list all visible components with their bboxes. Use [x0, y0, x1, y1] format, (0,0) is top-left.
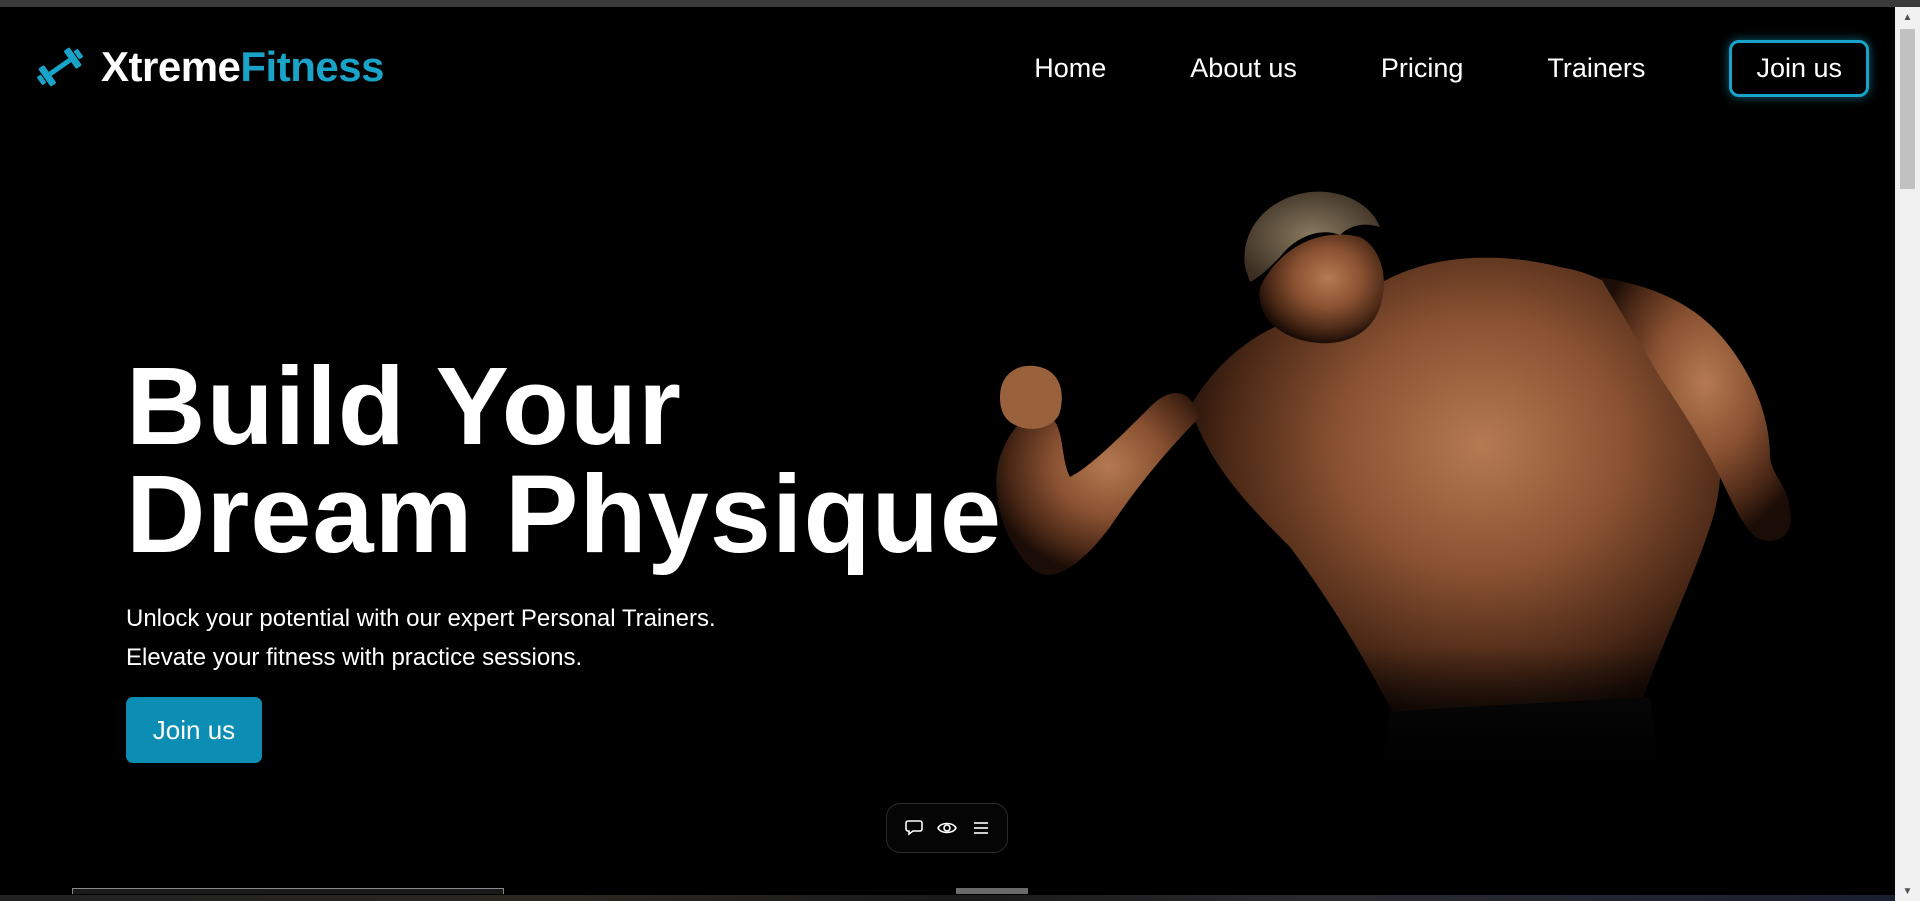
hero-title: Build Your Dream Physique: [126, 345, 1003, 576]
page-viewport: XtremeFitness Home About us Pricing Trai…: [0, 7, 1895, 901]
scroll-up-arrow-icon[interactable]: ▲: [1895, 7, 1920, 27]
browser-top-strip: [0, 0, 1920, 7]
hero-subtitle-line1: Unlock your potential with our expert Pe…: [126, 605, 716, 632]
nav-trainers-link[interactable]: Trainers: [1547, 53, 1645, 84]
hero-subtitle-line2: Elevate your fitness with practice sessi…: [126, 644, 583, 671]
dumbbell-icon: [37, 47, 83, 87]
hero-join-button[interactable]: Join us: [126, 697, 262, 763]
comment-icon[interactable]: [901, 815, 927, 841]
navbar: XtremeFitness Home About us Pricing Trai…: [0, 7, 1895, 127]
nav-about-link[interactable]: About us: [1190, 53, 1297, 84]
nav-pricing-link[interactable]: Pricing: [1381, 53, 1464, 84]
nav-links: Home About us Pricing Trainers Join us: [1034, 40, 1869, 97]
hero-title-line1: Build Your: [126, 345, 682, 468]
menu-icon[interactable]: [968, 815, 994, 841]
next-section-peek: [0, 895, 1895, 901]
nav-join-button[interactable]: Join us: [1729, 40, 1869, 97]
nav-home-link[interactable]: Home: [1034, 53, 1106, 84]
brand-name: XtremeFitness: [101, 43, 384, 91]
brand-logo[interactable]: XtremeFitness: [33, 43, 384, 91]
next-section-highlight: [956, 888, 1028, 894]
next-section-card-edge: [72, 888, 504, 894]
hero-subtitle: Unlock your potential with our expert Pe…: [126, 599, 716, 677]
vertical-scrollbar[interactable]: ▲ ▼: [1895, 7, 1920, 901]
hero-athlete-image: [960, 191, 1820, 767]
eye-icon[interactable]: [934, 815, 960, 841]
scroll-down-arrow-icon[interactable]: ▼: [1895, 881, 1920, 901]
scrollbar-thumb[interactable]: [1900, 29, 1915, 189]
hero-title-line2: Dream Physique: [126, 453, 1003, 576]
brand-name-part1: Xtreme: [101, 43, 241, 90]
brand-name-part2: Fitness: [240, 43, 384, 90]
floating-toolbar: [886, 803, 1008, 853]
